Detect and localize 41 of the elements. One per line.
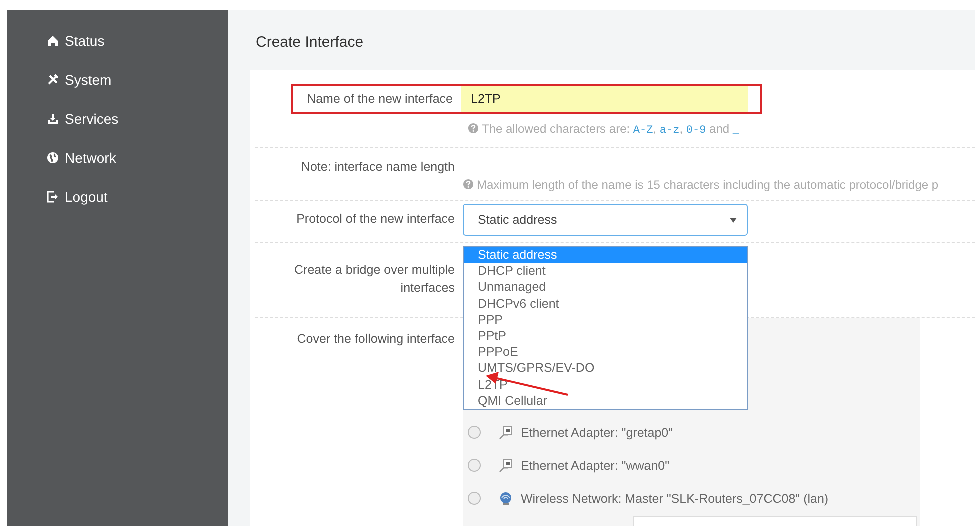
globe-icon (47, 152, 59, 164)
dropdown-option[interactable]: PPPoE (464, 344, 747, 360)
dropdown-option[interactable]: QMI Cellular (464, 392, 747, 409)
radio-button[interactable] (468, 426, 481, 439)
wireless-icon (499, 492, 513, 506)
sidebar-item[interactable]: System (7, 66, 228, 105)
dropdown-option[interactable]: Static address (464, 247, 747, 264)
field-label: Note: interface name length (300, 159, 455, 176)
radio-button[interactable] (468, 459, 481, 472)
download-icon (47, 112, 59, 124)
hint-text: Maximum length of the name is 15 characters including the automatic protocol/bridge p (463, 178, 975, 192)
tools-icon (47, 74, 59, 86)
interface-label: Wireless Network: Master "SLK-Routers_07CC08" (lan) (521, 492, 829, 506)
field-label: Name of the new interface (306, 91, 454, 108)
interface-label: Ethernet Adapter: "gretap0" (521, 426, 674, 440)
hint-text: The allowed characters are: A-Z, a-z, 0-9 and _ (468, 122, 975, 137)
field-label: Protocol of the new interface (296, 211, 455, 228)
field-label: Cover the following interface (296, 331, 455, 348)
dropdown-option[interactable]: UMTS/GPRS/EV-DO (464, 360, 747, 376)
protocol-select[interactable]: Static address (463, 204, 748, 236)
dropdown-option[interactable]: PPP (464, 312, 747, 328)
interface-label: Ethernet Adapter: "wwan0" (521, 458, 670, 472)
sidebar-item[interactable]: Logout (7, 183, 228, 222)
field-label: Create a bridge over multiple interfaces (294, 262, 455, 297)
dropdown-option[interactable]: Unmanaged (464, 279, 747, 296)
help-icon (463, 179, 474, 190)
help-icon (468, 123, 479, 134)
logout-icon (47, 190, 59, 202)
caret-icon (730, 218, 737, 222)
name-input[interactable]: L2TP (461, 86, 748, 112)
ethernet-icon (499, 458, 513, 472)
sidebar-item[interactable]: Network (7, 144, 228, 183)
dropdown-option[interactable]: DHCP client (464, 263, 747, 280)
dropdown-option[interactable]: DHCPv6 client (464, 296, 747, 312)
home-icon (47, 34, 59, 46)
sidebar-item[interactable]: Services (7, 105, 228, 144)
sidebar-item[interactable]: Status (7, 27, 228, 66)
dropdown-option[interactable]: PPtP (464, 328, 747, 344)
radio-button[interactable] (468, 492, 481, 505)
ethernet-icon (499, 426, 513, 440)
page-title: Create Interface (255, 33, 365, 53)
